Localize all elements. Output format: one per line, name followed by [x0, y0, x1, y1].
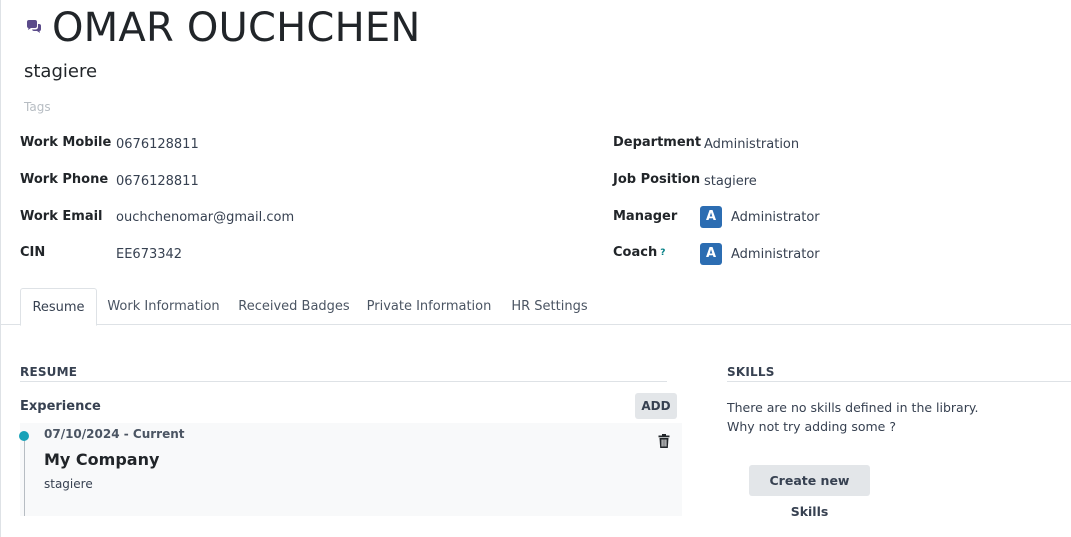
coach-label-text: Coach: [613, 245, 658, 260]
tab-received-badges[interactable]: Received Badges: [237, 288, 351, 325]
coach-field[interactable]: Administrator: [731, 246, 820, 264]
chat-bubbles-icon[interactable]: [26, 20, 42, 34]
coach-help-tooltip[interactable]: ?: [660, 248, 665, 258]
notebook-tabs: Resume Work Information Received Badges …: [1, 288, 1071, 326]
tab-resume[interactable]: Resume: [20, 288, 97, 326]
resume-line-dates: 07/10/2024 - Current: [44, 427, 185, 441]
skills-empty-line-2: Why not try adding some ?: [727, 419, 896, 434]
skills-empty-message: There are no skills defined in the libra…: [727, 398, 978, 436]
department-field[interactable]: Administration: [704, 136, 799, 154]
resume-line-description: stagiere: [44, 477, 93, 491]
work-mobile-field[interactable]: 0676128811: [116, 136, 199, 154]
work-email-label: Work Email: [20, 209, 103, 224]
resume-line-company: My Company: [44, 450, 160, 469]
skills-divider: [727, 381, 1071, 382]
tab-private-information[interactable]: Private Information: [365, 288, 493, 325]
work-mobile-label: Work Mobile: [20, 135, 112, 150]
skills-empty-line-1: There are no skills defined in the libra…: [727, 400, 979, 415]
experience-label: Experience: [20, 399, 101, 414]
employee-name[interactable]: OMAR OUCHCHEN: [52, 4, 420, 52]
job-position-field[interactable]: stagiere: [704, 173, 757, 191]
work-phone-field[interactable]: 0676128811: [116, 173, 199, 191]
manager-avatar[interactable]: A: [700, 206, 722, 228]
work-email-field[interactable]: ouchchenomar@gmail.com: [116, 209, 294, 227]
work-phone-label: Work Phone: [20, 172, 109, 187]
tab-work-information[interactable]: Work Information: [105, 288, 222, 325]
tags-input[interactable]: Tags: [24, 100, 51, 114]
cin-label: CIN: [20, 245, 46, 260]
department-label: Department: [613, 135, 702, 150]
create-new-skills-button[interactable]: Create new Skills: [749, 465, 870, 519]
tab-hr-settings[interactable]: HR Settings: [508, 288, 591, 325]
timeline-line: [24, 437, 25, 516]
coach-avatar[interactable]: A: [700, 243, 722, 265]
skills-section-title: SKILLS: [727, 365, 775, 379]
add-resume-line-button[interactable]: ADD: [635, 393, 677, 419]
job-position-label: Job Position: [613, 172, 701, 187]
timeline-dot: [19, 431, 29, 441]
manager-field[interactable]: Administrator: [731, 209, 820, 227]
cin-field[interactable]: EE673342: [116, 246, 182, 264]
resume-divider: [20, 381, 667, 382]
employee-job-title[interactable]: stagiere: [24, 60, 97, 84]
trash-icon[interactable]: [658, 434, 670, 448]
manager-label: Manager: [613, 209, 678, 224]
employee-form: OMAR OUCHCHEN stagiere Tags Work Mobile …: [0, 0, 1071, 537]
coach-label: Coach?: [613, 244, 665, 262]
resume-section-title: RESUME: [20, 365, 78, 379]
